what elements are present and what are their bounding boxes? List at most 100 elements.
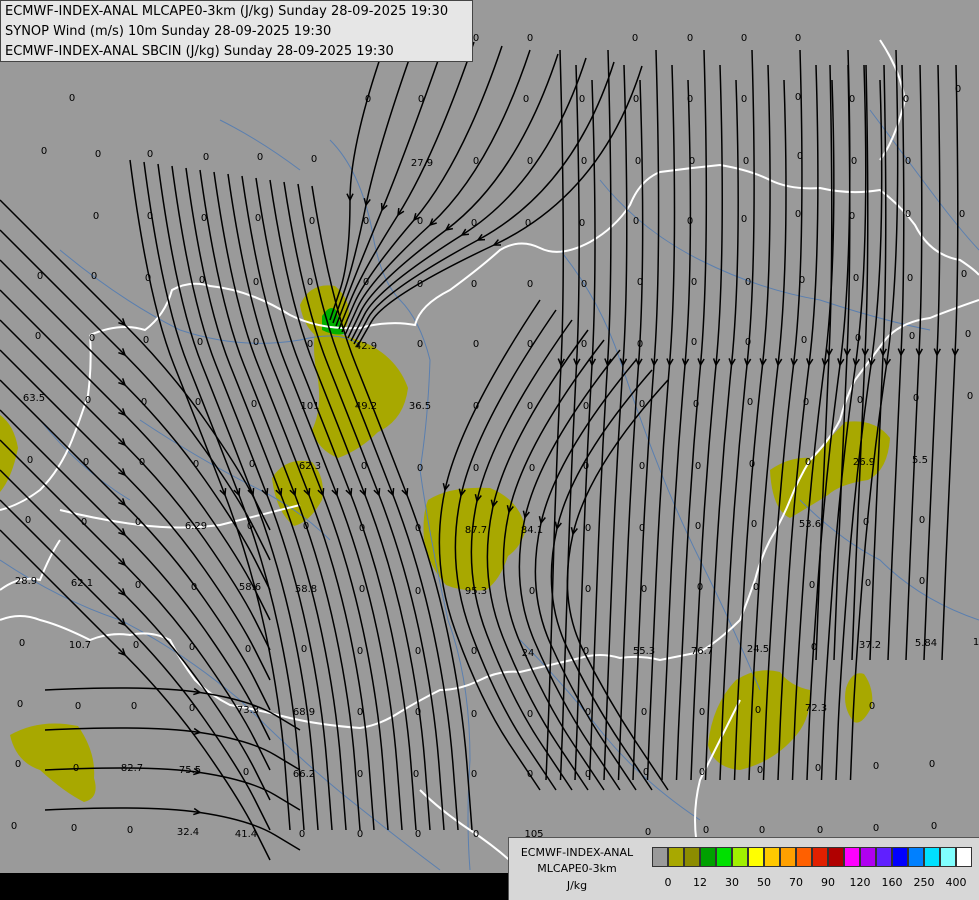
cape-value: 0: [643, 767, 649, 778]
cape-value: 0: [247, 521, 253, 532]
cape-value: 0: [759, 825, 765, 836]
cape-value: 0: [693, 399, 699, 410]
cape-value: 0: [75, 701, 81, 712]
cape-value: 95.3: [465, 586, 487, 597]
cape-value: 0: [641, 707, 647, 718]
cape-value: 0: [637, 339, 643, 350]
cape-value: 0: [91, 271, 97, 282]
cape-value: 0: [253, 337, 259, 348]
cape-value: 0: [527, 156, 533, 167]
legend-swatch: [764, 847, 780, 867]
cape-value: 0: [471, 218, 477, 229]
cape-value: 0: [81, 517, 87, 528]
legend-tick: 120: [849, 876, 871, 889]
title-line-cin: ECMWF-INDEX-ANAL SBCIN (J/kg) Sunday 28-…: [5, 44, 394, 59]
streamline: [941, 64, 959, 661]
cape-value: 0: [955, 84, 961, 95]
cape-value: 0: [357, 829, 363, 840]
cape-value: 0: [579, 218, 585, 229]
cape-value: 0: [585, 707, 591, 718]
cape-value: 37.2: [859, 640, 881, 651]
cape-value: 0: [745, 337, 751, 348]
cape-value: 0: [357, 646, 363, 657]
cape-value: 72.3: [805, 703, 827, 714]
cape-value: 0: [253, 277, 259, 288]
cape-value: 0: [961, 269, 967, 280]
legend-tick: 90: [821, 876, 835, 889]
cape-value: 0: [257, 152, 263, 163]
cape-value: 0: [795, 209, 801, 220]
cape-value: 0: [959, 209, 965, 220]
cape-value: 0: [849, 211, 855, 222]
cape-value: 0: [417, 339, 423, 350]
cape-value: 0: [687, 94, 693, 105]
cape-value: 0: [743, 156, 749, 167]
cape-value: 0: [417, 463, 423, 474]
legend-swatch: [956, 847, 972, 867]
cape-value: 0: [903, 94, 909, 105]
cape-value: 0: [795, 92, 801, 103]
cape-value: 0: [311, 154, 317, 165]
cape-value: 0: [15, 759, 21, 770]
cape-value: 0: [703, 825, 709, 836]
cape-value: 0: [135, 517, 141, 528]
cape-value: 27.9: [411, 158, 433, 169]
cape-value: 0: [417, 279, 423, 290]
cape-value: 0: [415, 523, 421, 534]
cape-value: 0: [929, 759, 935, 770]
cape-value: 0: [909, 331, 915, 342]
cape-value: 0: [37, 271, 43, 282]
cape-value: 53.6: [799, 519, 821, 530]
cape-value: 0: [197, 337, 203, 348]
cape-region-southwest: [10, 723, 96, 802]
cape-value: 0: [687, 33, 693, 44]
streamline: [791, 79, 835, 781]
cape-value: 0: [699, 707, 705, 718]
cape-value: 0: [415, 586, 421, 597]
streamline: [806, 49, 851, 781]
cape-value: 0: [905, 209, 911, 220]
cape-value: 0: [473, 463, 479, 474]
cape-value: 0: [145, 273, 151, 284]
cape-value: 0: [919, 515, 925, 526]
cape-value: 0: [581, 339, 587, 350]
cape-value: 0: [809, 580, 815, 591]
cape-value: 0: [855, 333, 861, 344]
streamline: [905, 64, 923, 661]
cape-value: 0: [415, 707, 421, 718]
cape-value: 0: [193, 459, 199, 470]
cape-value: 0: [755, 705, 761, 716]
cape-value: 58.8: [295, 584, 317, 595]
cape-value: 0: [637, 277, 643, 288]
streamline: [329, 29, 391, 321]
cape-value: 28.9: [15, 576, 37, 587]
cape-value: 0: [359, 523, 365, 534]
cape-value: 0: [363, 216, 369, 227]
cape-value: 0: [639, 399, 645, 410]
cape-value: 0: [199, 275, 205, 286]
cape-value: 0: [967, 391, 973, 402]
cape-value: 0: [529, 463, 535, 474]
cape-value: 0: [471, 279, 477, 290]
cape-value: 0: [849, 94, 855, 105]
legend-swatch: [892, 847, 908, 867]
cape-value: 62.1: [71, 578, 93, 589]
cape-value: 0: [365, 94, 371, 105]
cape-value: 0: [243, 767, 249, 778]
cape-value: 0: [799, 275, 805, 286]
cape-value: 5.84: [915, 638, 937, 649]
cape-value: 0: [815, 763, 821, 774]
cape-value: 0: [523, 94, 529, 105]
cape-value: 0: [147, 149, 153, 160]
cape-value: 0: [583, 646, 589, 657]
legend-tick: 0: [664, 876, 672, 889]
cape-value: 0: [361, 461, 367, 472]
cape-value: 0: [93, 211, 99, 222]
legend-swatch: [652, 847, 668, 867]
cape-value: 0: [741, 33, 747, 44]
cape-value: 87.7: [465, 525, 487, 536]
cape-value: 0: [869, 701, 875, 712]
cape-value: 0: [857, 395, 863, 406]
cape-value: 0: [363, 277, 369, 288]
cape-value: 0: [863, 517, 869, 528]
